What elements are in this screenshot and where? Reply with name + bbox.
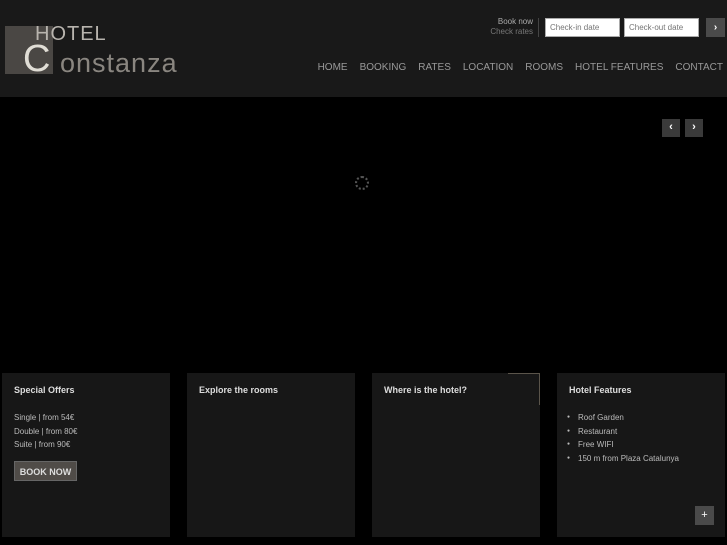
logo-name: onstanza — [60, 48, 178, 78]
nav-rates[interactable]: RATES — [418, 62, 451, 73]
nav-booking[interactable]: BOOKING — [360, 62, 407, 73]
card-title: Special Offers — [14, 385, 75, 395]
slider-next-button[interactable]: › — [685, 119, 703, 137]
divider — [538, 18, 539, 37]
logo-c: C — [23, 38, 51, 80]
book-now-text: Book now — [497, 17, 533, 26]
special-offers-card: Special Offers Single | from 54€ Double … — [2, 373, 170, 537]
nav-rooms[interactable]: ROOMS — [525, 62, 563, 73]
feature-item: Free WIFI — [567, 438, 679, 452]
explore-rooms-card[interactable]: Explore the rooms — [187, 373, 355, 537]
checkin-date-input[interactable] — [545, 18, 620, 37]
check-rates-text: Check rates — [490, 27, 533, 36]
slider-prev-button[interactable]: ‹ — [662, 119, 680, 137]
booking-label: Book now Check rates — [486, 17, 533, 37]
offer-item: Suite | from 90€ — [14, 440, 71, 449]
book-now-button[interactable]: BOOK NOW — [14, 461, 77, 481]
nav-location[interactable]: LOCATION — [463, 62, 513, 73]
offers-list: Single | from 54€ Double | from 80€ Suit… — [14, 411, 77, 452]
main-nav: HOME BOOKING RATES LOCATION ROOMS HOTEL … — [318, 62, 723, 73]
header: HOTEL C onstanza Book now Check rates › … — [0, 0, 727, 97]
feature-item: Restaurant — [567, 425, 679, 439]
card-title: Hotel Features — [569, 385, 632, 395]
check-availability-button[interactable]: › — [706, 18, 725, 37]
hotel-logo[interactable]: HOTEL C onstanza — [5, 23, 225, 80]
feature-item: Roof Garden — [567, 411, 679, 425]
features-list: Roof Garden Restaurant Free WIFI 150 m f… — [567, 411, 679, 466]
nav-home[interactable]: HOME — [318, 62, 348, 73]
offer-item: Single | from 54€ — [14, 413, 75, 422]
location-card[interactable]: Where is the hotel? — [372, 373, 540, 537]
card-title: Explore the rooms — [199, 385, 279, 395]
card-title: Where is the hotel? — [384, 385, 468, 395]
nav-hotel-features[interactable]: HOTEL FEATURES — [575, 62, 663, 73]
checkout-date-input[interactable] — [624, 18, 699, 37]
offer-item: Double | from 80€ — [14, 426, 78, 436]
map-corner — [508, 373, 540, 405]
loading-spinner-icon — [355, 176, 369, 190]
nav-contact[interactable]: CONTACT — [675, 62, 723, 73]
hotel-features-card: Hotel Features Roof Garden Restaurant Fr… — [557, 373, 725, 537]
feature-item: 150 m from Plaza Catalunya — [567, 452, 679, 466]
more-features-button[interactable]: + — [695, 506, 714, 525]
